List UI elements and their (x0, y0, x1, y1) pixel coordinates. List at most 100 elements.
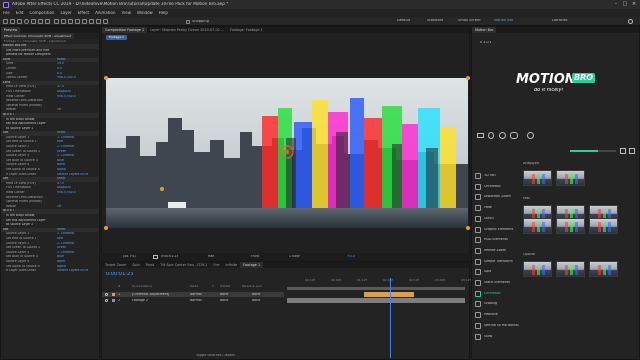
effect-param-value[interactable]: Alpha (57, 265, 66, 268)
effect-param-value[interactable]: Alpha (57, 168, 66, 171)
menu-item-help[interactable]: Help (159, 11, 168, 15)
effect-param-value[interactable]: 958.0,540.0 (57, 95, 76, 98)
layer-trkmat[interactable]: None (220, 299, 228, 304)
view-select[interactable]: Front (251, 255, 259, 258)
effect-param-value[interactable]: Red (57, 237, 63, 240)
effect-param-value[interactable]: 0.0 (57, 72, 62, 75)
selection-tool-icon[interactable] (10, 19, 15, 24)
category-chromatic[interactable]: Chromatic (475, 290, 519, 299)
category-hud-elements[interactable]: HUD Elements (475, 236, 519, 245)
effect-param-value[interactable]: Diagonal (57, 90, 71, 93)
layer-visibility-icon[interactable] (105, 293, 108, 296)
effect-param-value[interactable]: None (57, 163, 65, 166)
roto-brush-icon[interactable] (96, 19, 101, 24)
category-glow[interactable]: Glow (475, 333, 519, 342)
viewer-time[interactable]: 0:00:01:23 (161, 255, 178, 258)
zoom-level[interactable]: (58.7%) (123, 255, 136, 258)
layer-handle-bottom-left[interactable] (104, 226, 108, 230)
home-icon[interactable] (3, 19, 8, 24)
effect-param-value[interactable]: Red (57, 140, 63, 143)
tab-motion-bro[interactable]: Motion Bro (472, 27, 497, 33)
effect-param-value[interactable]: Reset (57, 177, 66, 180)
folder-icon[interactable] (477, 133, 484, 138)
effect-param-value[interactable]: Reset (57, 228, 66, 231)
effect-param-value[interactable]: Off (57, 108, 62, 111)
effect-param-value[interactable]: Green (57, 150, 66, 153)
viewer-tab[interactable]: Footage: Footage 1 (227, 27, 266, 33)
brush-tool-icon[interactable] (75, 19, 80, 24)
layer-handle-anchor[interactable] (160, 187, 164, 191)
effect-param-value[interactable]: 0.0 (57, 67, 62, 70)
timeline-footer-toggle[interactable]: Toggle Switches / Modes (196, 354, 235, 357)
menu-item-effect[interactable]: Effect (78, 11, 90, 15)
effect-param-value[interactable]: 1. Chromat (57, 154, 74, 157)
menu-item-layer[interactable]: Layer (60, 11, 71, 15)
preset-thumbnail[interactable] (523, 218, 552, 234)
timeline-tab[interactable]: Target Zoom (102, 262, 129, 268)
current-time-indicator[interactable] (390, 278, 391, 358)
preset-thumbnail[interactable] (556, 218, 585, 234)
maximize-icon[interactable]: □ (621, 1, 629, 8)
effect-param-value[interactable]: 47.0 (57, 182, 64, 185)
minimize-icon[interactable]: – (612, 1, 620, 8)
clone-tool-icon[interactable] (82, 19, 87, 24)
effect-param-value[interactable]: 1. Chromat (57, 145, 74, 148)
preset-thumbnail[interactable] (523, 261, 552, 277)
layer-bar-footage[interactable] (287, 298, 465, 303)
pen-tool-icon[interactable] (61, 19, 66, 24)
effect-param-value[interactable]: 958.0,540.0 (57, 76, 76, 79)
list-view-icon[interactable] (629, 148, 635, 154)
effect-param-value[interactable]: Diagonal (57, 186, 71, 189)
layer-visibility-icon[interactable] (105, 299, 108, 302)
preset-thumbnail[interactable] (589, 261, 618, 277)
menu-item-view[interactable]: View (122, 11, 132, 15)
cloud-icon[interactable] (510, 132, 518, 139)
category-chromatic[interactable]: Chromatic (475, 183, 519, 192)
timeline-tab[interactable]: Fire (210, 262, 222, 268)
layer-mode[interactable]: Normal (190, 299, 202, 304)
workspace-libraries[interactable]: Libraries (552, 19, 568, 23)
work-area-bar[interactable] (287, 287, 465, 290)
workspace-standard[interactable]: Standard (427, 19, 443, 23)
workspace-default[interactable]: Default (397, 19, 410, 23)
preset-thumbnail[interactable] (556, 261, 585, 277)
timeline-tab[interactable]: Footage 1 (240, 262, 264, 268)
timeline-tab[interactable]: Tilt Spin Center Seq - LT.M.2 (157, 262, 210, 268)
timeline-tab[interactable]: Infinite (222, 262, 240, 268)
effect-param-value[interactable]: 958.0,540.0 (57, 191, 76, 194)
camera-icon[interactable] (153, 254, 158, 259)
grid-view-icon[interactable] (620, 148, 626, 154)
menu-item-file[interactable]: File (3, 11, 10, 15)
menu-item-composition[interactable]: Composition (29, 11, 54, 15)
layer-bar-adjustment[interactable] (364, 292, 414, 297)
category-simple-transform[interactable]: Simple Transform (475, 258, 519, 267)
preset-thumbnail[interactable] (589, 218, 618, 234)
bookmark-icon[interactable] (488, 132, 494, 139)
menu-item-animation[interactable]: Animation (95, 11, 115, 15)
upload-icon[interactable] (499, 132, 506, 139)
category-fade[interactable]: Fade (475, 204, 519, 213)
timeline-tab[interactable]: Twist (143, 262, 157, 268)
preset-thumbnail[interactable] (523, 170, 552, 186)
effect-param-value[interactable]: Reset (57, 58, 66, 61)
effect-param-value[interactable]: 47.0 (57, 85, 64, 88)
effect-param-value[interactable]: Reset (57, 131, 66, 134)
rectangle-tool-icon[interactable] (54, 19, 59, 24)
viewer-tab[interactable]: Composition Footage 1 (102, 27, 148, 33)
search-icon[interactable] (628, 19, 633, 24)
hand-tool-icon[interactable] (17, 19, 22, 24)
eraser-tool-icon[interactable] (89, 19, 94, 24)
rotate-tool-icon[interactable] (31, 19, 36, 24)
comp-chip[interactable]: Footage 1 (106, 35, 127, 40)
category-halftone[interactable]: Halftone (475, 311, 519, 320)
views-select[interactable]: 1 View (289, 255, 300, 258)
resolution-select[interactable]: Half (208, 255, 214, 258)
category-glitch[interactable]: Glitch (475, 215, 519, 224)
category-vertical-to-horizontal[interactable]: Vertical to Horizontal (475, 322, 519, 331)
effect-param-value[interactable]: Blue (57, 159, 64, 162)
menu-item-edit[interactable]: Edit (16, 11, 24, 15)
menu-item-window[interactable]: Window (137, 11, 153, 15)
effect-param-value[interactable]: 19.0 (57, 62, 64, 65)
effect-param-value[interactable]: 1. Chromat (57, 136, 74, 139)
zoom-tool-icon[interactable] (24, 19, 29, 24)
